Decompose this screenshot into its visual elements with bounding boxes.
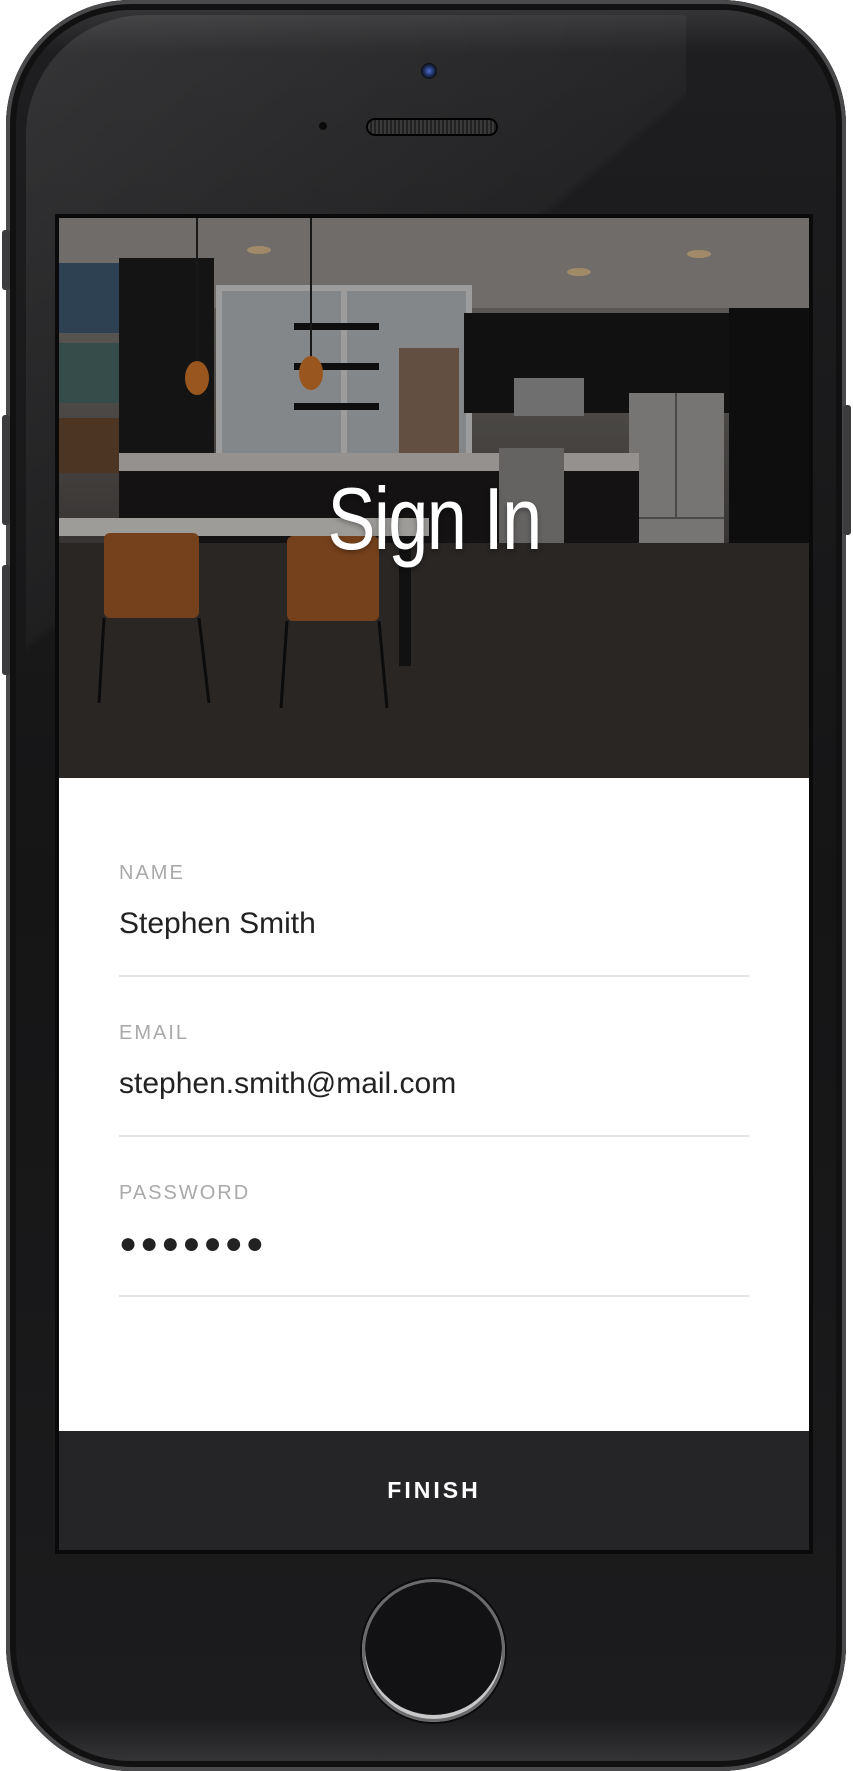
home-button[interactable] (362, 1579, 505, 1722)
mute-switch (2, 230, 10, 290)
power-button (843, 405, 851, 535)
earpiece-speaker (366, 118, 498, 136)
password-underline (119, 1295, 749, 1297)
email-field: EMAIL (119, 938, 749, 1137)
page-title: Sign In (327, 469, 542, 568)
proximity-sensor (319, 122, 327, 130)
volume-down-button (2, 565, 10, 675)
front-camera-icon (421, 63, 437, 79)
password-input[interactable] (119, 1220, 749, 1268)
finish-button[interactable]: FINISH (59, 1431, 809, 1550)
name-label: NAME (119, 862, 185, 884)
password-label: PASSWORD (119, 1182, 251, 1204)
hero-banner: Sign In (59, 218, 809, 778)
volume-up-button (2, 415, 10, 525)
name-field: NAME (119, 778, 749, 977)
phone-frame: Sign In NAME EMAIL PASSWORD FINISH (6, 0, 846, 1771)
email-label: EMAIL (119, 1022, 190, 1044)
password-field: PASSWORD (119, 1098, 749, 1297)
sign-in-form: NAME EMAIL PASSWORD (119, 778, 749, 1297)
phone-screen: Sign In NAME EMAIL PASSWORD FINISH (59, 218, 809, 1550)
